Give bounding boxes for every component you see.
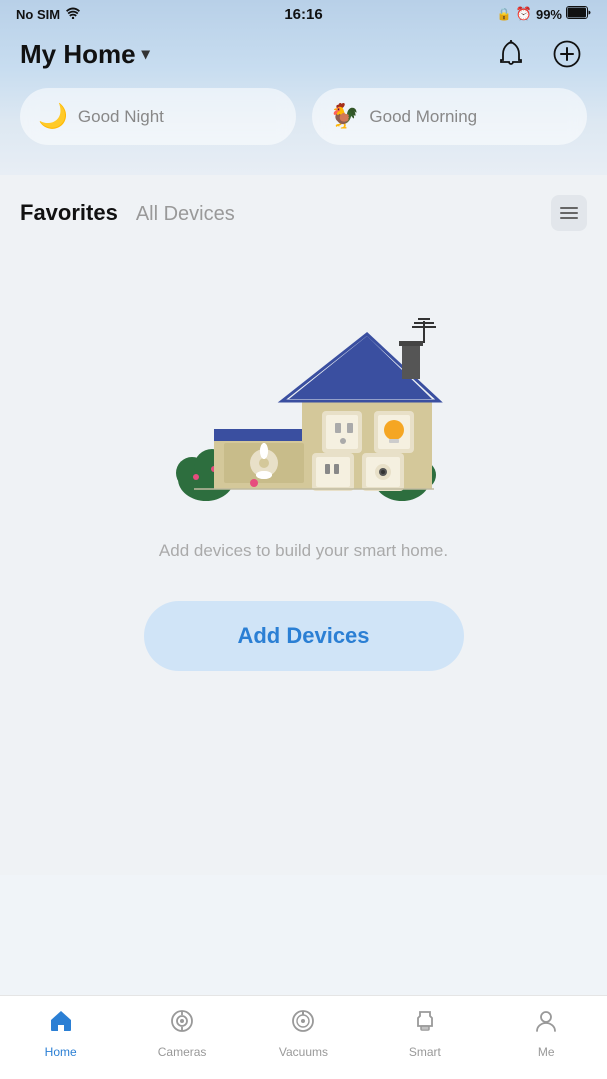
home-nav-icon	[48, 1008, 74, 1041]
cameras-nav-icon	[169, 1008, 195, 1041]
notification-button[interactable]	[491, 34, 531, 74]
home-title-text: My Home	[20, 39, 136, 70]
good-morning-button[interactable]: 🐓 Good Morning	[312, 88, 588, 145]
nav-item-home[interactable]: Home	[31, 1008, 91, 1059]
alarm-icon: ⏰	[516, 6, 532, 22]
vacuums-nav-label: Vacuums	[279, 1045, 328, 1059]
smart-nav-label: Smart	[409, 1045, 441, 1059]
nav-item-vacuums[interactable]: Vacuums	[273, 1008, 333, 1059]
good-morning-icon: 🐓	[330, 102, 360, 131]
nav-item-me[interactable]: Me	[516, 1008, 576, 1059]
tab-favorites[interactable]: Favorites	[20, 200, 118, 226]
nav-icons	[491, 34, 587, 74]
top-nav: My Home ▾	[0, 26, 607, 88]
tabs: Favorites All Devices	[20, 200, 235, 226]
status-carrier: No SIM	[16, 7, 81, 22]
house-illustration	[154, 281, 454, 521]
vacuums-nav-icon	[290, 1008, 316, 1041]
me-nav-icon	[533, 1008, 559, 1041]
home-nav-label: Home	[45, 1045, 77, 1059]
status-bar: No SIM 16:16 🔒 ⏰ 99%	[0, 0, 607, 26]
me-nav-label: Me	[538, 1045, 555, 1059]
nav-item-cameras[interactable]: Cameras	[152, 1008, 212, 1059]
add-button[interactable]	[547, 34, 587, 74]
smart-nav-icon	[412, 1008, 438, 1041]
nav-item-smart[interactable]: Smart	[395, 1008, 455, 1059]
view-menu-button[interactable]	[551, 195, 587, 231]
status-time: 16:16	[284, 6, 322, 23]
empty-state-text: Add devices to build your smart home.	[159, 541, 448, 561]
lock-icon: 🔒	[497, 7, 512, 21]
carrier-text: No SIM	[16, 7, 60, 22]
status-right: 🔒 ⏰ 99%	[497, 6, 591, 22]
battery-icon	[566, 6, 591, 22]
menu-line-2	[560, 212, 578, 214]
scene-buttons: 🌙 Good Night 🐓 Good Morning	[0, 88, 607, 155]
good-morning-label: Good Morning	[369, 107, 477, 127]
good-night-icon: 🌙	[38, 102, 68, 131]
cameras-nav-label: Cameras	[158, 1045, 207, 1059]
good-night-button[interactable]: 🌙 Good Night	[20, 88, 296, 145]
illustration-area: Add devices to build your smart home. Ad…	[0, 241, 607, 721]
dropdown-arrow-icon[interactable]: ▾	[142, 44, 150, 64]
bottom-nav: Home Cameras Vacuums	[0, 995, 607, 1079]
add-devices-button[interactable]: Add Devices	[144, 601, 464, 671]
tabs-row: Favorites All Devices	[0, 179, 607, 241]
menu-line-3	[560, 217, 578, 219]
good-night-label: Good Night	[78, 107, 164, 127]
battery-percent: 99%	[536, 7, 562, 22]
wifi-icon	[65, 7, 81, 22]
home-title[interactable]: My Home ▾	[20, 39, 150, 70]
menu-line-1	[560, 207, 578, 209]
tab-all-devices[interactable]: All Devices	[136, 203, 235, 226]
main-content: Favorites All Devices	[0, 175, 607, 875]
